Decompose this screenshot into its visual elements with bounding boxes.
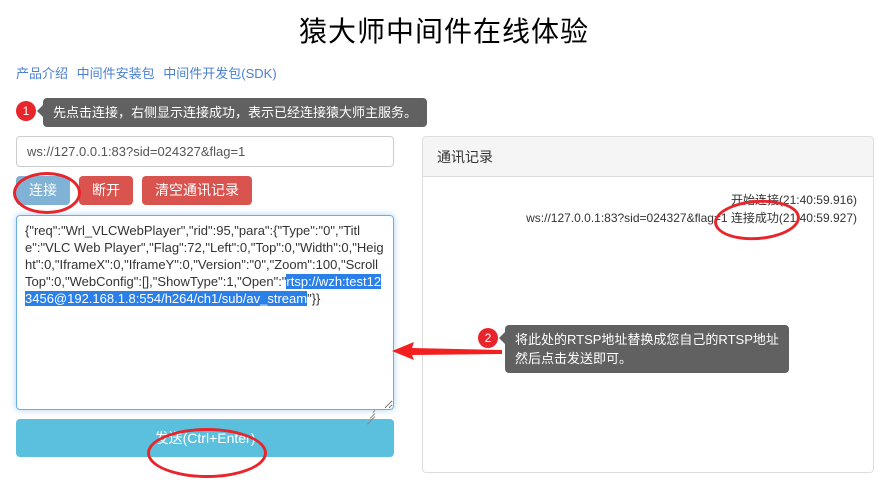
log-panel: 通讯记录 开始连接(21:40:59.916) ws://127.0.0.1:8… <box>422 136 874 473</box>
callout-step-2: 2 将此处的RTSP地址替换成您自己的RTSP地址 然后点击发送即可。 <box>478 325 789 373</box>
callout-step-1: 1 先点击连接，右侧显示连接成功，表示已经连接猿大师主服务。 <box>16 98 428 127</box>
websocket-url-input[interactable] <box>16 136 394 167</box>
callout-badge: 2 <box>478 328 498 348</box>
nav-link-middleware-sdk[interactable]: 中间件开发包(SDK) <box>163 66 276 81</box>
page-title: 猿大师中间件在线体验 <box>298 16 589 47</box>
connection-button-row: 连接 断开 清空通讯记录 <box>16 176 394 206</box>
send-button[interactable]: 发送(Ctrl+Enter) <box>16 419 394 458</box>
nav-link-middleware-installer[interactable]: 中间件安装包 <box>77 66 155 81</box>
connect-button[interactable]: 连接 <box>16 176 70 206</box>
message-suffix-text: "}} <box>307 291 321 307</box>
nav-link-product-intro[interactable]: 产品介绍 <box>16 66 68 81</box>
clear-log-button[interactable]: 清空通讯记录 <box>142 176 252 206</box>
callout-text: 先点击连接，右侧显示连接成功，表示已经连接猿大师主服务。 <box>36 98 428 127</box>
disconnect-button[interactable]: 断开 <box>79 176 133 206</box>
callout-text: 将此处的RTSP地址替换成您自己的RTSP地址 然后点击发送即可。 <box>499 325 789 373</box>
top-nav: 产品介绍 中间件安装包 中间件开发包(SDK) <box>16 63 282 82</box>
connection-panel: 连接 断开 清空通讯记录 {"req":"Wrl_VLCWebPlayer","… <box>16 136 394 458</box>
log-line: ws://127.0.0.1:83?sid=024327&flag=1 连接成功… <box>526 211 857 225</box>
callout-badge: 1 <box>16 101 36 121</box>
message-textarea[interactable]: {"req":"Wrl_VLCWebPlayer","rid":95,"para… <box>16 215 394 411</box>
log-card: 通讯记录 开始连接(21:40:59.916) ws://127.0.0.1:8… <box>422 136 874 473</box>
log-card-title: 通讯记录 <box>423 137 873 177</box>
log-line: 开始连接(21:40:59.916) <box>730 193 857 207</box>
log-card-body: 开始连接(21:40:59.916) ws://127.0.0.1:83?sid… <box>423 177 873 241</box>
